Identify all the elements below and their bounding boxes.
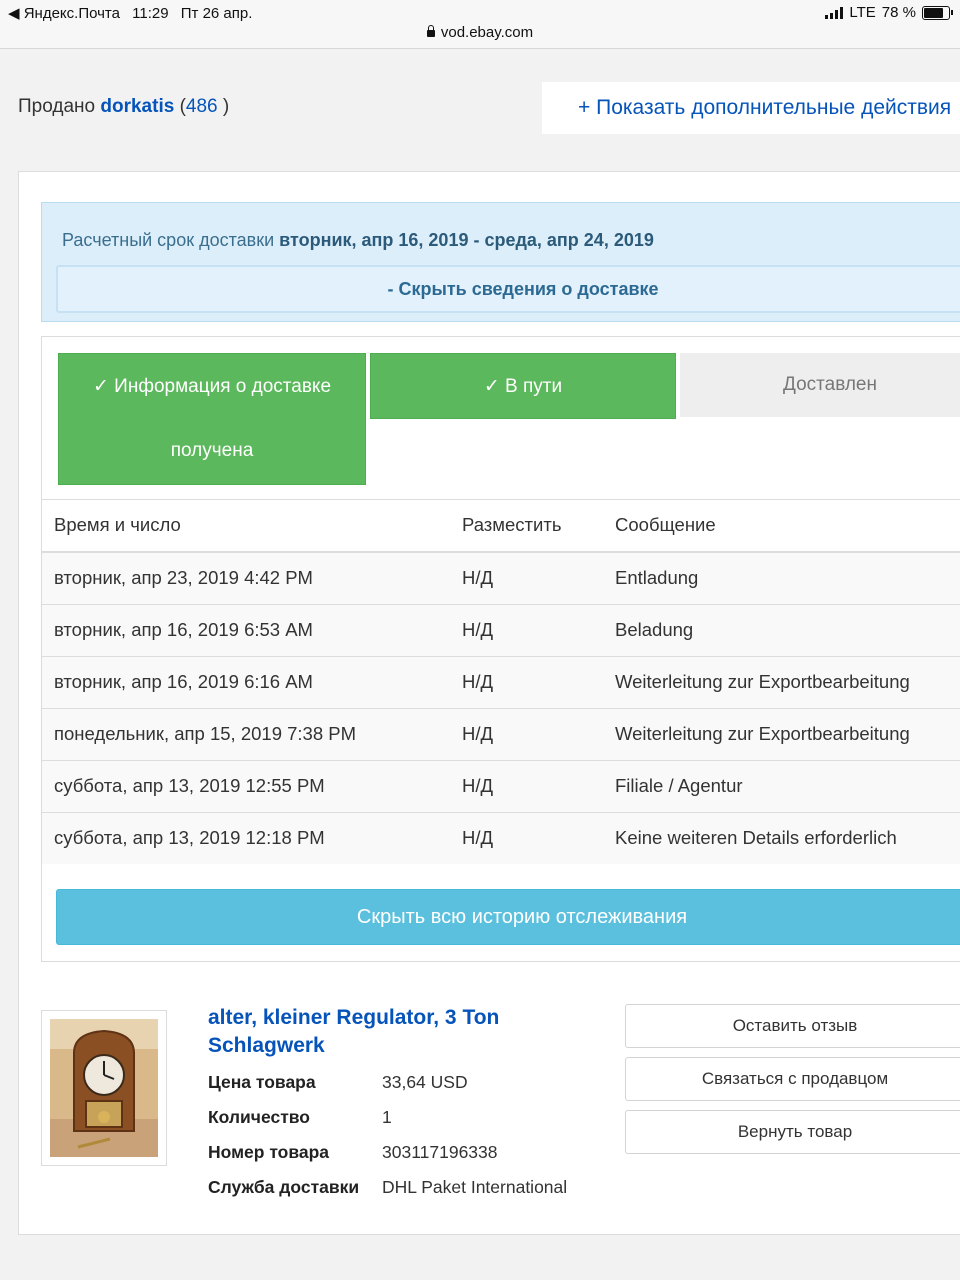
item-price: Цена товара 33,64 USD bbox=[208, 1072, 468, 1093]
item-number: Номер товара 303117196338 bbox=[208, 1142, 498, 1163]
table-header-row: Время и число Разместить Сообщение bbox=[42, 499, 960, 553]
row-location: Н/Д bbox=[462, 567, 494, 588]
battery-icon bbox=[922, 5, 953, 20]
row-message: Weiterleitung zur Exportbearbeitung bbox=[615, 723, 910, 744]
shipping-service-value: DHL Paket International bbox=[382, 1177, 568, 1197]
row-message: Filiale / Agentur bbox=[615, 775, 743, 796]
count-close: ) bbox=[217, 96, 230, 117]
tracking-box: ✓ Информация о доставке получена ✓ В пут… bbox=[41, 336, 960, 962]
status-date: Пт 26 апр. bbox=[180, 5, 253, 22]
count-open: ( bbox=[174, 96, 186, 117]
item-thumbnail[interactable] bbox=[41, 1010, 167, 1166]
delivery-estimate: Расчетный срок доставки вторник, апр 16,… bbox=[62, 230, 654, 251]
item-number-label: Номер товара bbox=[208, 1142, 330, 1162]
delivery-estimate-box: Расчетный срок доставки вторник, апр 16,… bbox=[41, 202, 960, 322]
row-message: Keine weiteren Details erforderlich bbox=[615, 827, 897, 848]
item-shipping-service: Служба доставки DHL Paket International bbox=[208, 1177, 567, 1198]
tracking-history-table: Время и число Разместить Сообщение вторн… bbox=[42, 499, 960, 864]
status-left: ◀ Яндекс.Почта 11:29 Пт 26 апр. bbox=[8, 4, 260, 22]
table-row: вторник, апр 16, 2019 6:16 AM Н/Д Weiter… bbox=[42, 657, 960, 709]
hide-tracking-history-button[interactable]: Скрыть всю историю отслеживания bbox=[56, 889, 960, 945]
delivery-estimate-label: Расчетный срок доставки bbox=[62, 230, 275, 250]
row-location: Н/Д bbox=[462, 619, 494, 640]
row-location: Н/Д bbox=[462, 671, 494, 692]
step-delivered: Доставлен bbox=[680, 353, 960, 417]
row-location: Н/Д bbox=[462, 775, 494, 796]
status-right: LTE 78 % bbox=[825, 4, 953, 21]
back-to-app-link[interactable]: ◀ Яндекс.Почта bbox=[8, 5, 120, 22]
row-message: Beladung bbox=[615, 619, 694, 640]
row-location: Н/Д bbox=[462, 827, 494, 848]
row-datetime: вторник, апр 16, 2019 6:16 AM bbox=[54, 671, 313, 692]
header-datetime: Время и число bbox=[54, 514, 181, 535]
table-row: суббота, апр 13, 2019 12:18 PM Н/Д Keine… bbox=[42, 813, 960, 864]
hide-delivery-details-button[interactable]: - Скрыть сведения о доставке bbox=[56, 265, 960, 313]
row-datetime: понедельник, апр 15, 2019 7:38 PM bbox=[54, 723, 357, 744]
step-in-transit: ✓ В пути bbox=[370, 353, 676, 419]
sold-by: Продано dorkatis (486 ) bbox=[18, 96, 229, 118]
show-more-actions-button[interactable]: + Показать дополнительные действия bbox=[542, 82, 960, 134]
header-message: Сообщение bbox=[615, 514, 716, 535]
row-message: Entladung bbox=[615, 567, 699, 588]
sold-by-row: Продано dorkatis (486 ) + Показать допол… bbox=[0, 66, 960, 150]
shipping-service-label: Служба доставки bbox=[208, 1177, 360, 1197]
status-time: 11:29 bbox=[132, 5, 169, 22]
battery-percent: 78 % bbox=[881, 4, 916, 21]
address-bar[interactable]: vod.ebay.com bbox=[0, 24, 960, 41]
item-quantity: Количество 1 bbox=[208, 1107, 392, 1128]
row-datetime: суббота, апр 13, 2019 12:18 PM bbox=[54, 827, 325, 848]
delivery-estimate-range: вторник, апр 16, 2019 - среда, апр 24, 2… bbox=[279, 230, 654, 250]
header-location: Разместить bbox=[462, 514, 562, 535]
clock-image bbox=[50, 1019, 158, 1157]
table-row: вторник, апр 23, 2019 4:42 PM Н/Д Entlad… bbox=[42, 553, 960, 605]
row-message: Weiterleitung zur Exportbearbeitung bbox=[615, 671, 910, 692]
lock-icon bbox=[426, 25, 435, 37]
feedback-count-link[interactable]: 486 bbox=[186, 96, 218, 117]
tracking-card: Расчетный срок доставки вторник, апр 16,… bbox=[18, 171, 960, 1235]
table-row: понедельник, апр 15, 2019 7:38 PM Н/Д We… bbox=[42, 709, 960, 761]
item-title-link[interactable]: alter, kleiner Regulator, 3 Ton Schlagwe… bbox=[208, 1004, 568, 1060]
step-info-received: ✓ Информация о доставке получена bbox=[58, 353, 366, 485]
network-type: LTE bbox=[849, 4, 876, 21]
status-bar: ◀ Яндекс.Почта 11:29 Пт 26 апр. LTE 78 %… bbox=[0, 0, 960, 49]
leave-feedback-button[interactable]: Оставить отзыв bbox=[625, 1004, 960, 1048]
table-row: суббота, апр 13, 2019 12:55 PM Н/Д Filia… bbox=[42, 761, 960, 813]
row-datetime: суббота, апр 13, 2019 12:55 PM bbox=[54, 775, 325, 796]
return-item-button[interactable]: Вернуть товар bbox=[625, 1110, 960, 1154]
contact-seller-button[interactable]: Связаться с продавцом bbox=[625, 1057, 960, 1101]
row-datetime: вторник, апр 23, 2019 4:42 PM bbox=[54, 567, 313, 588]
price-label: Цена товара bbox=[208, 1072, 316, 1092]
row-location: Н/Д bbox=[462, 723, 494, 744]
seller-link[interactable]: dorkatis bbox=[100, 96, 174, 117]
price-value: 33,64 USD bbox=[382, 1072, 468, 1092]
page-bottom bbox=[0, 1256, 960, 1280]
quantity-value: 1 bbox=[382, 1107, 392, 1127]
signal-icon bbox=[825, 6, 844, 19]
row-datetime: вторник, апр 16, 2019 6:53 AM bbox=[54, 619, 313, 640]
item-number-value: 303117196338 bbox=[382, 1142, 498, 1162]
sold-prefix: Продано bbox=[18, 96, 96, 117]
table-row: вторник, апр 16, 2019 6:53 AM Н/Д Beladu… bbox=[42, 605, 960, 657]
quantity-label: Количество bbox=[208, 1107, 310, 1127]
url-text: vod.ebay.com bbox=[440, 24, 534, 41]
